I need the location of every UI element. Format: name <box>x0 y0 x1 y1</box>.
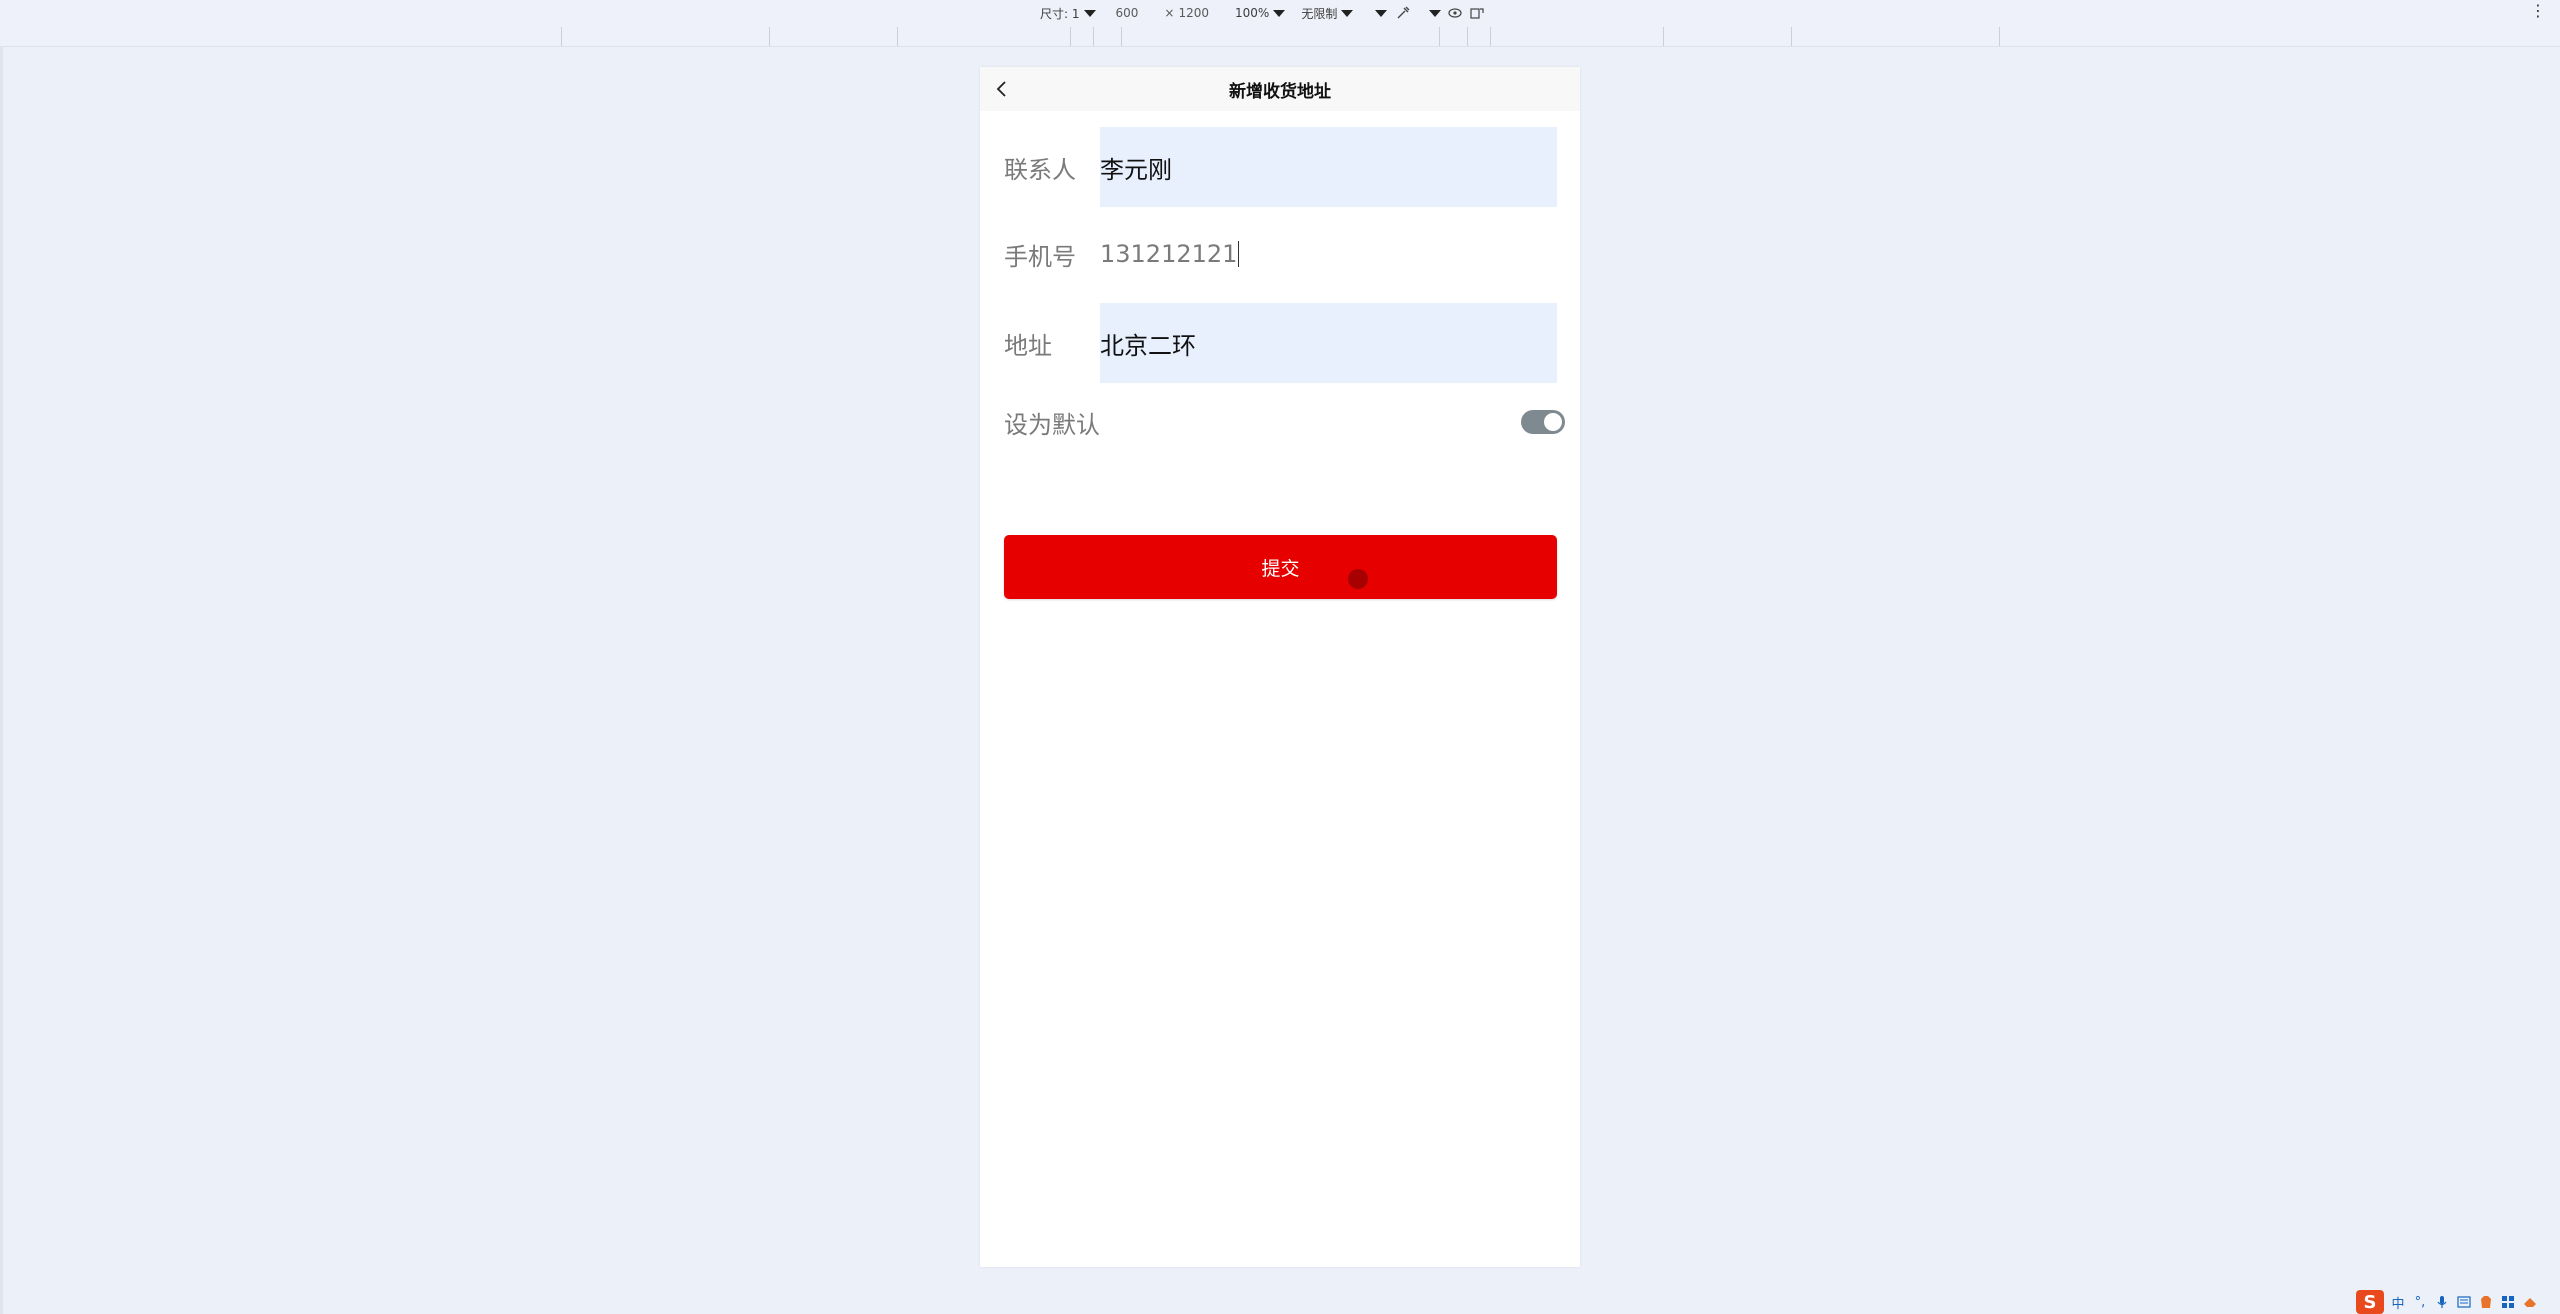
dimensions-dropdown[interactable]: 尺寸: 1 <box>1040 5 1096 22</box>
sogou-logo-icon[interactable]: S <box>2356 1290 2384 1314</box>
default-label: 设为默认 <box>1004 410 1100 439</box>
default-row: 设为默认 <box>1004 402 1565 442</box>
address-input[interactable]: 北京二环 <box>1100 303 1557 383</box>
contact-value: 李元刚 <box>1100 155 1172 184</box>
ruler-tick <box>1791 27 1792 46</box>
ruler-tick <box>1121 27 1122 46</box>
contact-input[interactable]: 李元刚 <box>1100 127 1557 207</box>
viewport-edge <box>0 0 3 1314</box>
touch-cursor <box>1348 569 1368 589</box>
settings-icon[interactable] <box>2522 1294 2538 1310</box>
height-input[interactable]: 1200 <box>1178 6 1209 20</box>
eyedropper-icon[interactable] <box>1395 5 1411 21</box>
phone-label: 手机号 <box>1004 242 1076 271</box>
contact-label: 联系人 <box>1004 155 1076 184</box>
chevron-down-icon <box>1375 9 1388 17</box>
chevron-down-icon <box>1341 9 1354 17</box>
kebab-menu-icon[interactable]: ⋮ <box>2530 2 2546 20</box>
skin-icon[interactable] <box>2478 1294 2494 1310</box>
ruler-tick <box>1999 27 2000 46</box>
media-query-ruler <box>0 27 2560 47</box>
address-label: 地址 <box>1004 331 1052 360</box>
ruler-tick <box>1490 27 1491 46</box>
mobile-viewport: 新增收货地址 联系人 李元刚 手机号 131212121 地址 北京二环 设为默… <box>980 67 1580 1267</box>
chevron-down-icon <box>1429 9 1442 17</box>
eye-icon[interactable] <box>1447 5 1463 21</box>
phone-row: 手机号 131212121 <box>1004 214 1557 294</box>
default-toggle[interactable] <box>1521 410 1565 434</box>
punctuation-toggle[interactable]: °, <box>2412 1294 2428 1310</box>
zoom-dropdown[interactable]: 100% <box>1235 6 1286 20</box>
address-row: 地址 北京二环 <box>1004 303 1557 383</box>
phone-value: 131212121 <box>1100 240 1238 268</box>
ruler-tick <box>769 27 770 46</box>
device-toolbar: 尺寸: 1 600 × 1200 100% 无限制 ⋮ <box>0 0 2560 27</box>
microphone-icon[interactable] <box>2434 1294 2450 1310</box>
times-sign: × <box>1164 6 1175 20</box>
ruler-tick <box>561 27 562 46</box>
ruler-tick <box>897 27 898 46</box>
dimensions-label: 尺寸: 1 <box>1040 6 1080 21</box>
ruler-tick <box>1093 27 1094 46</box>
submit-button[interactable]: 提交 <box>1004 535 1557 599</box>
device-controls: 尺寸: 1 600 × 1200 100% 无限制 <box>1040 4 1485 22</box>
submit-label: 提交 <box>1261 557 1300 580</box>
ruler-tick <box>1070 27 1071 46</box>
ime-toolbar: S 中 °, <box>2356 1290 2538 1314</box>
chevron-left-icon[interactable] <box>990 77 1014 101</box>
toggle-knob <box>1544 413 1562 431</box>
nav-bar: 新增收货地址 <box>980 67 1580 111</box>
ruler-tick <box>1663 27 1664 46</box>
ruler-tick <box>1467 27 1468 46</box>
chevron-down-icon <box>1083 9 1096 17</box>
contact-row: 联系人 李元刚 <box>1004 127 1557 207</box>
chevron-down-icon <box>1273 9 1286 17</box>
ruler-tick <box>1439 27 1440 46</box>
page-title: 新增收货地址 <box>1229 81 1331 102</box>
throttle-dropdown[interactable]: 无限制 <box>1301 5 1354 22</box>
input-mode-toggle[interactable]: 中 <box>2390 1294 2406 1312</box>
keyboard-icon[interactable] <box>2456 1294 2472 1310</box>
zoom-label: 100% <box>1235 6 1270 20</box>
text-cursor <box>1238 241 1240 267</box>
phone-input[interactable]: 131212121 <box>1100 214 1557 294</box>
more-options-dropdown[interactable] <box>1425 9 1442 17</box>
address-value: 北京二环 <box>1100 331 1196 360</box>
toolbox-icon[interactable] <box>2500 1294 2516 1310</box>
width-input[interactable]: 600 <box>1116 6 1139 20</box>
options-dropdown[interactable] <box>1371 9 1388 17</box>
rotate-icon[interactable] <box>1469 5 1485 21</box>
throttle-label: 无限制 <box>1301 6 1338 21</box>
